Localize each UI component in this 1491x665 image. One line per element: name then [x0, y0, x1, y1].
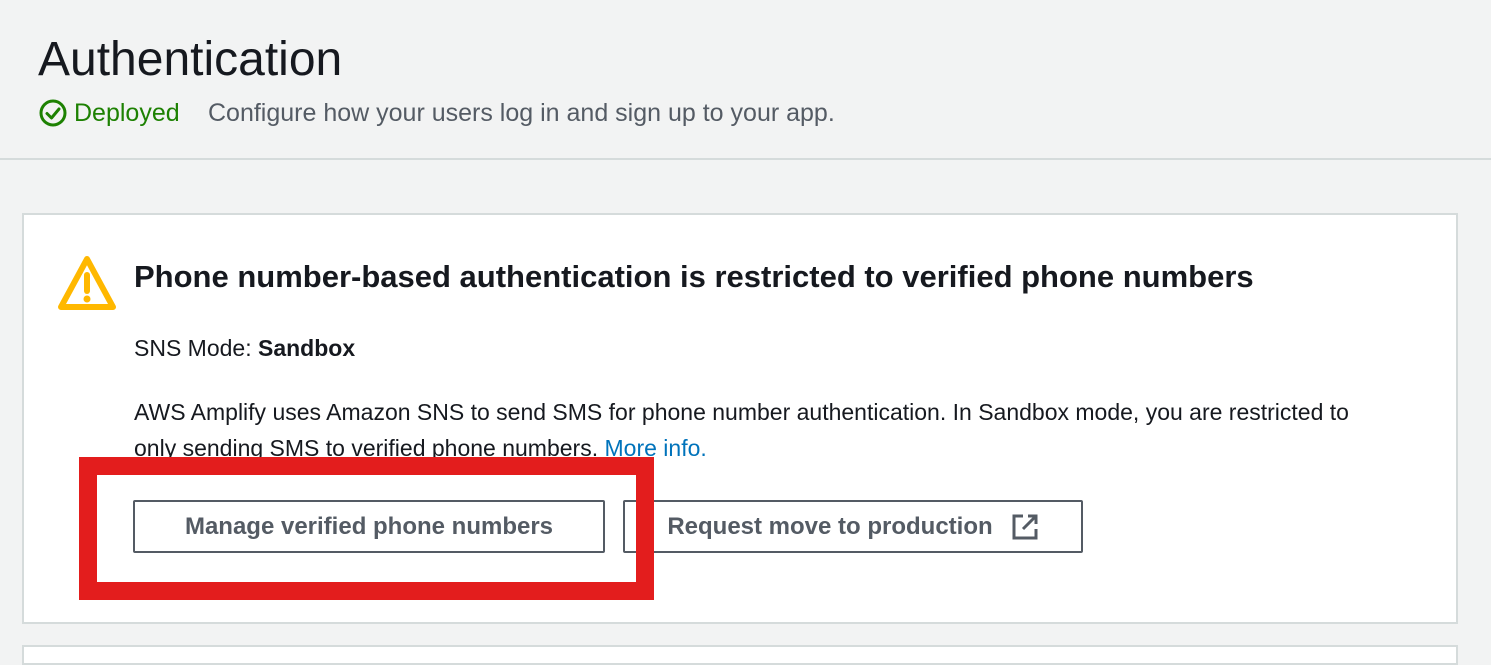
status-text: Deployed: [74, 99, 180, 127]
request-button-label: Request move to production: [667, 512, 993, 540]
external-link-icon: [1012, 514, 1038, 539]
alert-description: AWS Amplify uses Amazon SNS to send SMS …: [134, 394, 1364, 466]
highlight-annotation: [79, 457, 654, 600]
warning-icon: [58, 256, 116, 310]
sns-mode-value: Sandbox: [258, 335, 356, 361]
alert-title: Phone number-based authentication is res…: [134, 259, 1254, 294]
request-move-to-production-button[interactable]: Request move to production: [623, 500, 1083, 553]
description-text: AWS Amplify uses Amazon SNS to send SMS …: [134, 399, 1349, 461]
page-title: Authentication: [38, 33, 343, 86]
sns-mode-label: SNS Mode:: [134, 335, 252, 361]
sns-mode: SNS Mode: Sandbox: [134, 333, 355, 363]
next-panel: [22, 645, 1458, 665]
page-header: Authentication Deployed Configure how yo…: [0, 0, 1491, 160]
page-subtitle: Configure how your users log in and sign…: [208, 99, 835, 127]
check-circle-icon: [39, 99, 67, 127]
status-badge: Deployed: [38, 98, 180, 128]
